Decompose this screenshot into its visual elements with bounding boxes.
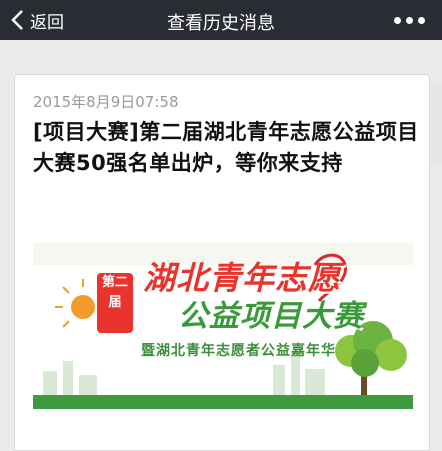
article-title[interactable]: [项目大赛]第二届湖北青年志愿公益项目大赛50强名单出炉，等你来支持 — [33, 117, 419, 179]
article-date: 2015年8月9日07:58 — [33, 93, 179, 111]
article-card[interactable]: 2015年8月9日07:58 [项目大赛]第二届湖北青年志愿公益项目大赛50强名… — [14, 74, 430, 451]
more-icon[interactable] — [394, 13, 428, 27]
cover-headline-2: 公益项目大赛 — [178, 299, 364, 334]
article-cover-image[interactable]: 第二届 湖北青年志愿 公益项目大赛 暨湖北青年志愿者公益嘉年华 — [33, 243, 413, 409]
cover-subtitle: 暨湖北青年志愿者公益嘉年华 — [141, 343, 336, 359]
top-nav-bar: 返回 查看历史消息 — [0, 0, 442, 40]
page-title: 查看历史消息 — [167, 13, 275, 34]
cover-badge: 第二届 — [97, 273, 133, 333]
